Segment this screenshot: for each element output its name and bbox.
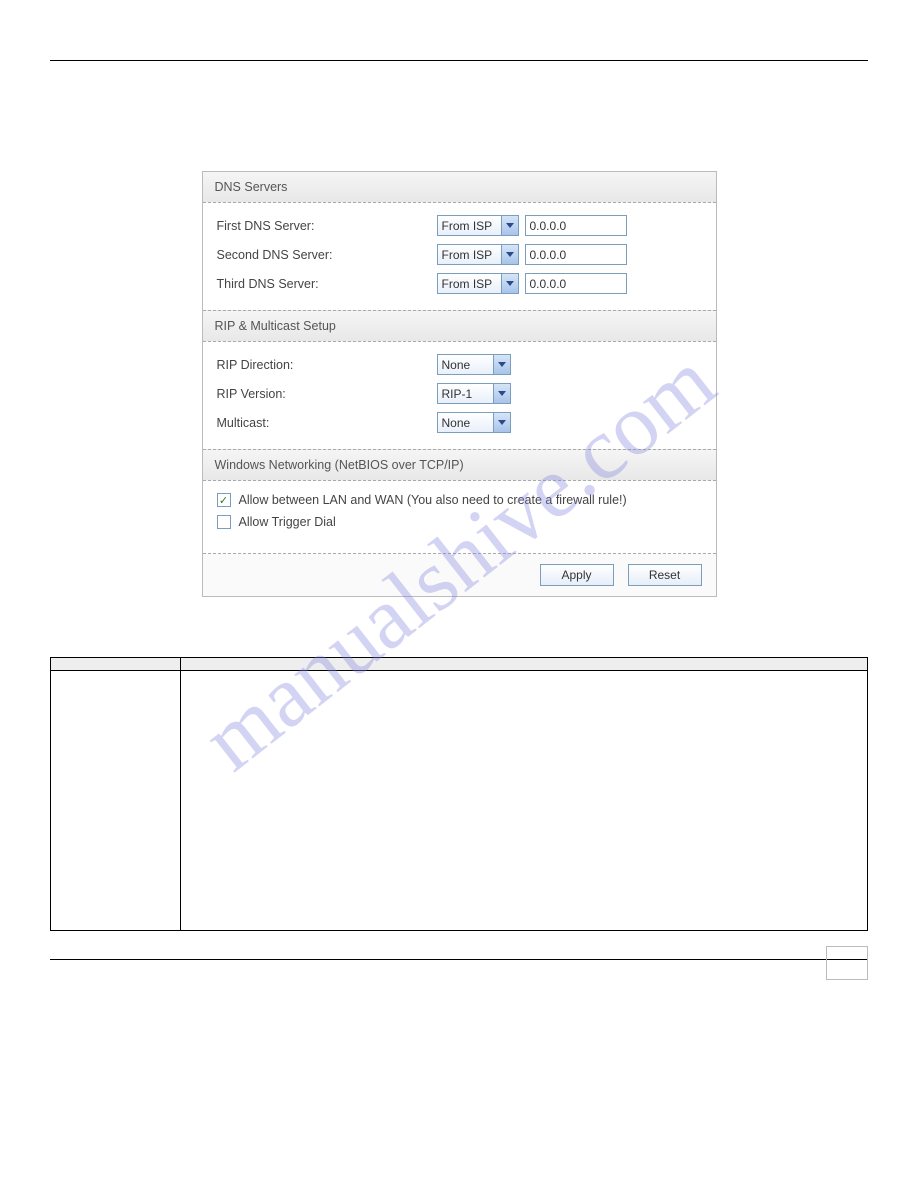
rip-section-body: RIP Direction: None RIP Version: RIP-1 M…	[203, 342, 716, 449]
table-row	[51, 671, 868, 931]
select-value: From ISP	[442, 277, 493, 291]
table-head-desc	[181, 658, 868, 671]
description-table	[50, 657, 868, 931]
rip-direction-row: RIP Direction: None	[217, 354, 702, 375]
bottom-rule	[50, 959, 868, 960]
rip-version-label: RIP Version:	[217, 387, 437, 401]
allow-trigger-dial-row: Allow Trigger Dial	[217, 515, 702, 529]
select-value: None	[442, 358, 471, 372]
allow-lan-wan-checkbox[interactable]: ✓	[217, 493, 231, 507]
select-value: From ISP	[442, 248, 493, 262]
dns-section-header: DNS Servers	[203, 172, 716, 203]
second-dns-label: Second DNS Server:	[217, 248, 437, 262]
allow-trigger-dial-checkbox[interactable]	[217, 515, 231, 529]
chevron-down-icon	[501, 245, 518, 264]
allow-lan-wan-row: ✓ Allow between LAN and WAN (You also ne…	[217, 493, 702, 507]
rip-direction-select[interactable]: None	[437, 354, 511, 375]
multicast-label: Multicast:	[217, 416, 437, 430]
first-dns-source-select[interactable]: From ISP	[437, 215, 519, 236]
table-cell-label	[51, 671, 181, 931]
page-number-box	[826, 946, 868, 980]
rip-section-header: RIP & Multicast Setup	[203, 310, 716, 342]
windows-networking-header: Windows Networking (NetBIOS over TCP/IP)	[203, 449, 716, 481]
windows-networking-body: ✓ Allow between LAN and WAN (You also ne…	[203, 481, 716, 553]
table-cell-desc	[181, 671, 868, 931]
dns-row-1: First DNS Server: From ISP	[217, 215, 702, 236]
reset-button[interactable]: Reset	[628, 564, 702, 586]
allow-lan-wan-label: Allow between LAN and WAN (You also need…	[239, 493, 627, 507]
dns-section-body: First DNS Server: From ISP Second DNS Se…	[203, 203, 716, 310]
chevron-down-icon	[493, 355, 510, 374]
chevron-down-icon	[501, 274, 518, 293]
button-row: Apply Reset	[203, 553, 716, 596]
multicast-row: Multicast: None	[217, 412, 702, 433]
top-rule	[50, 60, 868, 61]
rip-direction-label: RIP Direction:	[217, 358, 437, 372]
third-dns-source-select[interactable]: From ISP	[437, 273, 519, 294]
first-dns-input[interactable]	[525, 215, 627, 236]
third-dns-input[interactable]	[525, 273, 627, 294]
allow-trigger-dial-label: Allow Trigger Dial	[239, 515, 336, 529]
third-dns-label: Third DNS Server:	[217, 277, 437, 291]
rip-version-row: RIP Version: RIP-1	[217, 383, 702, 404]
select-value: From ISP	[442, 219, 493, 233]
second-dns-input[interactable]	[525, 244, 627, 265]
select-value: RIP-1	[442, 387, 473, 401]
dns-row-3: Third DNS Server: From ISP	[217, 273, 702, 294]
settings-panel: DNS Servers First DNS Server: From ISP S…	[202, 171, 717, 597]
chevron-down-icon	[493, 413, 510, 432]
multicast-select[interactable]: None	[437, 412, 511, 433]
rip-version-select[interactable]: RIP-1	[437, 383, 511, 404]
select-value: None	[442, 416, 471, 430]
chevron-down-icon	[501, 216, 518, 235]
chevron-down-icon	[493, 384, 510, 403]
apply-button[interactable]: Apply	[540, 564, 614, 586]
table-head-label	[51, 658, 181, 671]
second-dns-source-select[interactable]: From ISP	[437, 244, 519, 265]
dns-row-2: Second DNS Server: From ISP	[217, 244, 702, 265]
first-dns-label: First DNS Server:	[217, 219, 437, 233]
